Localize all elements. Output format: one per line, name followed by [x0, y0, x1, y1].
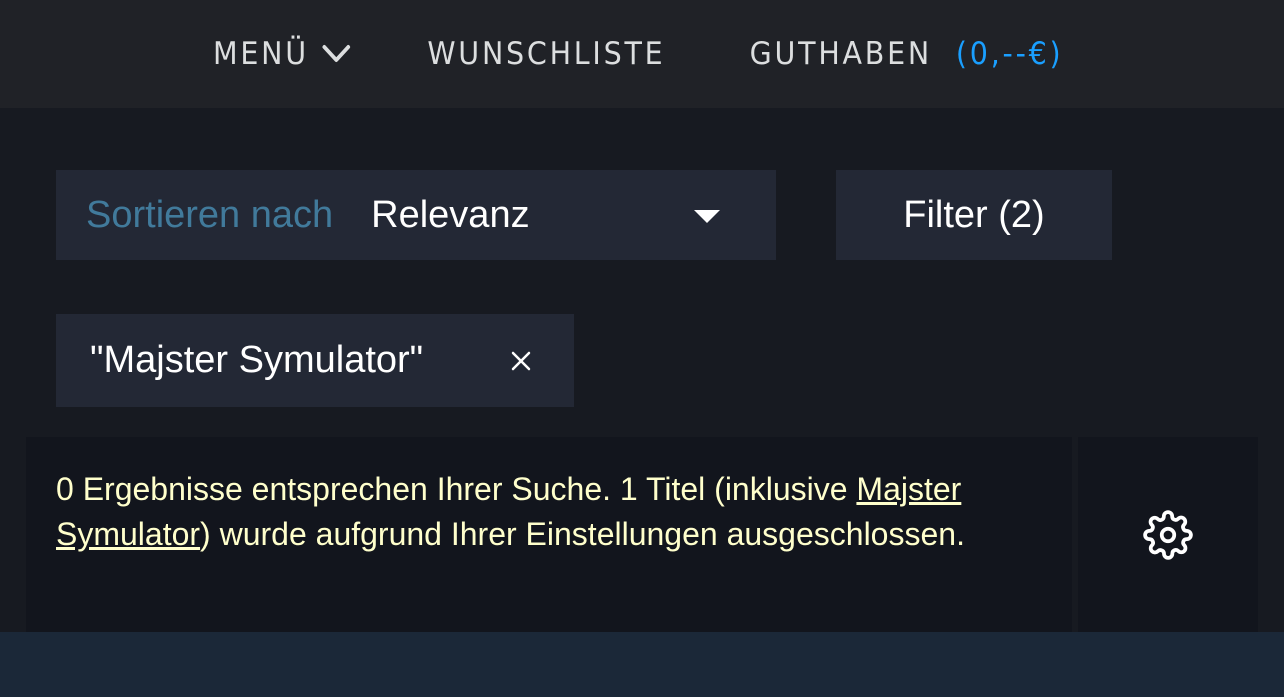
search-term-chip[interactable]: "Majster Symulator" — [56, 314, 574, 407]
gear-icon — [1143, 509, 1193, 560]
page-footer-area — [0, 632, 1284, 697]
wallet-balance: (0,--€) — [955, 36, 1064, 72]
sort-value: Relevanz — [371, 193, 530, 236]
menu-label: MENÜ — [212, 36, 309, 72]
wallet-link[interactable]: GUTHABEN (0,--€) — [750, 36, 1064, 72]
sort-dropdown[interactable]: Sortieren nach Relevanz — [56, 170, 776, 260]
notice-text-before: 0 Ergebnisse entsprechen Ihrer Suche. 1 … — [56, 471, 857, 507]
search-term-text: "Majster Symulator" — [90, 339, 424, 381]
wishlist-link[interactable]: WUNSCHLISTE — [428, 36, 666, 72]
filter-label: Filter (2) — [903, 193, 1045, 236]
search-results-area: Sortieren nach Relevanz Filter (2) "Majs… — [0, 108, 1284, 632]
sort-label: Sortieren nach — [86, 193, 334, 236]
wallet-label: GUTHABEN — [749, 36, 932, 72]
chevron-down-icon — [322, 45, 351, 62]
filter-button[interactable]: Filter (2) — [836, 170, 1112, 260]
top-navigation-bar: MENÜ WUNSCHLISTE GUTHABEN (0,--€) — [0, 0, 1284, 108]
settings-button[interactable] — [1078, 437, 1258, 632]
caret-down-icon — [694, 210, 720, 223]
excluded-results-notice: 0 Ergebnisse entsprechen Ihrer Suche. 1 … — [26, 437, 1072, 632]
notice-text-after: ) wurde aufgrund Ihrer Einstellungen aus… — [200, 516, 965, 552]
wishlist-label: WUNSCHLISTE — [427, 36, 666, 72]
menu-button[interactable]: MENÜ — [213, 36, 351, 72]
close-icon[interactable] — [510, 350, 532, 372]
